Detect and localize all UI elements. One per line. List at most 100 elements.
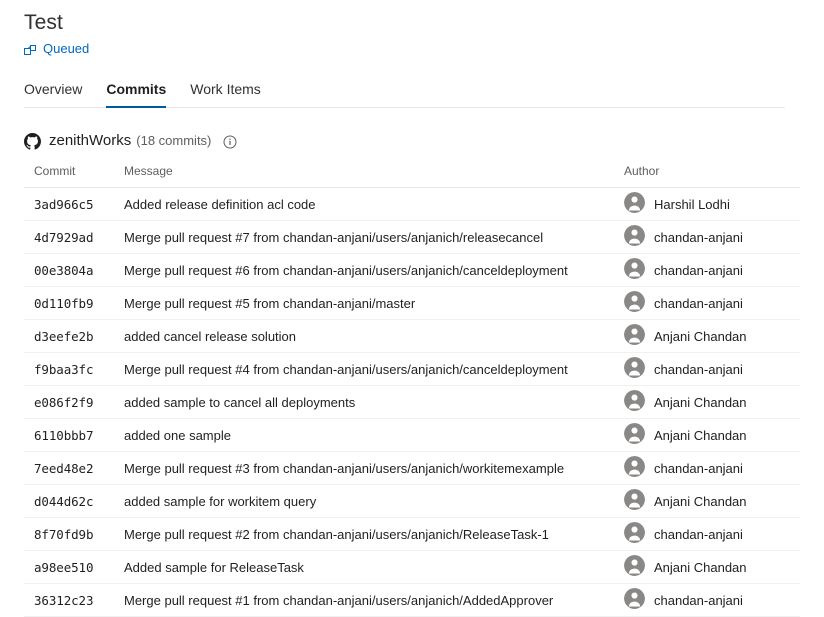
avatar: [624, 291, 645, 315]
table-row[interactable]: d044d62cadded sample for workitem query A…: [24, 485, 800, 518]
author-wrapper: Anjani Chandan: [624, 489, 800, 513]
avatar: [624, 390, 645, 414]
author-wrapper: chandan-anjani: [624, 456, 800, 480]
author-wrapper: chandan-anjani: [624, 291, 800, 315]
tab-overview[interactable]: Overview: [24, 80, 82, 107]
author-name: chandan-anjani: [654, 296, 743, 311]
status-queued-link[interactable]: Queued: [24, 40, 89, 58]
commit-message: added sample for workitem query: [124, 485, 624, 518]
commit-hash[interactable]: 3ad966c5: [24, 188, 124, 221]
repository-header: zenithWorks (18 commits): [24, 130, 824, 152]
commit-author-cell: chandan-anjani: [624, 221, 800, 254]
commit-hash[interactable]: d044d62c: [24, 485, 124, 518]
author-name: chandan-anjani: [654, 461, 743, 476]
author-name: Anjani Chandan: [654, 494, 747, 509]
author-name: Anjani Chandan: [654, 560, 747, 575]
commit-author-cell: Anjani Chandan: [624, 551, 800, 584]
commit-author-cell: chandan-anjani: [624, 518, 800, 551]
commit-hash[interactable]: d3eefe2b: [24, 320, 124, 353]
commits-table-body: 3ad966c5Added release definition acl cod…: [24, 188, 800, 617]
commit-hash[interactable]: f9baa3fc: [24, 353, 124, 386]
commit-author-cell: chandan-anjani: [624, 452, 800, 485]
table-row[interactable]: d3eefe2badded cancel release solutionAnj…: [24, 320, 800, 353]
status-label: Queued: [43, 40, 89, 58]
avatar: [624, 489, 645, 513]
github-icon: [24, 133, 41, 150]
commit-author-cell: chandan-anjani: [624, 584, 800, 617]
author-name: chandan-anjani: [654, 362, 743, 377]
author-wrapper: Anjani Chandan: [624, 555, 800, 579]
commit-hash[interactable]: 0d110fb9: [24, 287, 124, 320]
page-header: Test Queued: [0, 0, 824, 58]
column-header-author: Author: [624, 164, 800, 188]
author-wrapper: chandan-anjani: [624, 588, 800, 612]
commit-hash[interactable]: 4d7929ad: [24, 221, 124, 254]
commit-message: Added release definition acl code: [124, 188, 624, 221]
table-row[interactable]: 6110bbb7added one sample Anjani Chandan: [24, 419, 800, 452]
avatar: [624, 423, 645, 447]
avatar: [624, 588, 645, 612]
commit-author-cell: Harshil Lodhi: [624, 188, 800, 221]
commit-message: Merge pull request #2 from chandan-anjan…: [124, 518, 624, 551]
commit-hash[interactable]: 00e3804a: [24, 254, 124, 287]
table-header-row: Commit Message Author: [24, 164, 800, 188]
author-wrapper: chandan-anjani: [624, 357, 800, 381]
avatar: [624, 225, 645, 249]
author-wrapper: chandan-anjani: [624, 522, 800, 546]
table-row[interactable]: 36312c23Merge pull request #1 from chand…: [24, 584, 800, 617]
commit-hash[interactable]: 6110bbb7: [24, 419, 124, 452]
commit-message: Merge pull request #6 from chandan-anjan…: [124, 254, 624, 287]
commit-author-cell: Anjani Chandan: [624, 320, 800, 353]
column-header-commit: Commit: [24, 164, 124, 188]
author-name: chandan-anjani: [654, 527, 743, 542]
author-name: chandan-anjani: [654, 230, 743, 245]
commit-author-cell: Anjani Chandan: [624, 386, 800, 419]
commits-table-head: Commit Message Author: [24, 164, 800, 188]
table-row[interactable]: f9baa3fcMerge pull request #4 from chand…: [24, 353, 800, 386]
table-row[interactable]: 4d7929adMerge pull request #7 from chand…: [24, 221, 800, 254]
tab-commits[interactable]: Commits: [106, 80, 166, 107]
commit-hash[interactable]: 8f70fd9b: [24, 518, 124, 551]
column-header-message: Message: [124, 164, 624, 188]
avatar: [624, 324, 645, 348]
status-row: Queued: [24, 40, 824, 58]
commit-hash[interactable]: e086f2f9: [24, 386, 124, 419]
author-wrapper: Harshil Lodhi: [624, 192, 800, 216]
commit-message: added one sample: [124, 419, 624, 452]
commit-message: Merge pull request #5 from chandan-anjan…: [124, 287, 624, 320]
author-name: Harshil Lodhi: [654, 197, 730, 212]
avatar: [624, 522, 645, 546]
table-row[interactable]: 0d110fb9Merge pull request #5 from chand…: [24, 287, 800, 320]
avatar: [624, 555, 645, 579]
commit-author-cell: chandan-anjani: [624, 254, 800, 287]
author-name: Anjani Chandan: [654, 428, 747, 443]
author-wrapper: chandan-anjani: [624, 258, 800, 282]
commits-table: Commit Message Author 3ad966c5Added rele…: [24, 164, 800, 617]
table-row[interactable]: 7eed48e2Merge pull request #3 from chand…: [24, 452, 800, 485]
commit-author-cell: Anjani Chandan: [624, 485, 800, 518]
commit-hash[interactable]: 7eed48e2: [24, 452, 124, 485]
author-wrapper: Anjani Chandan: [624, 390, 800, 414]
commit-message: Merge pull request #4 from chandan-anjan…: [124, 353, 624, 386]
table-row[interactable]: e086f2f9added sample to cancel all deplo…: [24, 386, 800, 419]
tab-work-items[interactable]: Work Items: [190, 80, 261, 107]
page-title: Test: [24, 10, 824, 36]
table-row[interactable]: a98ee510Added sample for ReleaseTaskAnja…: [24, 551, 800, 584]
commit-author-cell: chandan-anjani: [624, 353, 800, 386]
tab-bar: Overview Commits Work Items: [24, 76, 785, 108]
table-row[interactable]: 8f70fd9bMerge pull request #2 from chand…: [24, 518, 800, 551]
avatar: [624, 258, 645, 282]
table-row[interactable]: 3ad966c5Added release definition acl cod…: [24, 188, 800, 221]
info-circle-icon[interactable]: [223, 135, 237, 149]
avatar: [624, 192, 645, 216]
author-wrapper: Anjani Chandan: [624, 324, 800, 348]
table-row[interactable]: 00e3804aMerge pull request #6 from chand…: [24, 254, 800, 287]
commits-page: Test Queued Overview Commits Work Items: [0, 0, 824, 616]
avatar: [624, 456, 645, 480]
commit-hash[interactable]: a98ee510: [24, 551, 124, 584]
commit-hash[interactable]: 36312c23: [24, 584, 124, 617]
commit-author-cell: chandan-anjani: [624, 287, 800, 320]
author-name: Anjani Chandan: [654, 329, 747, 344]
commit-message: Merge pull request #3 from chandan-anjan…: [124, 452, 624, 485]
author-wrapper: chandan-anjani: [624, 225, 800, 249]
